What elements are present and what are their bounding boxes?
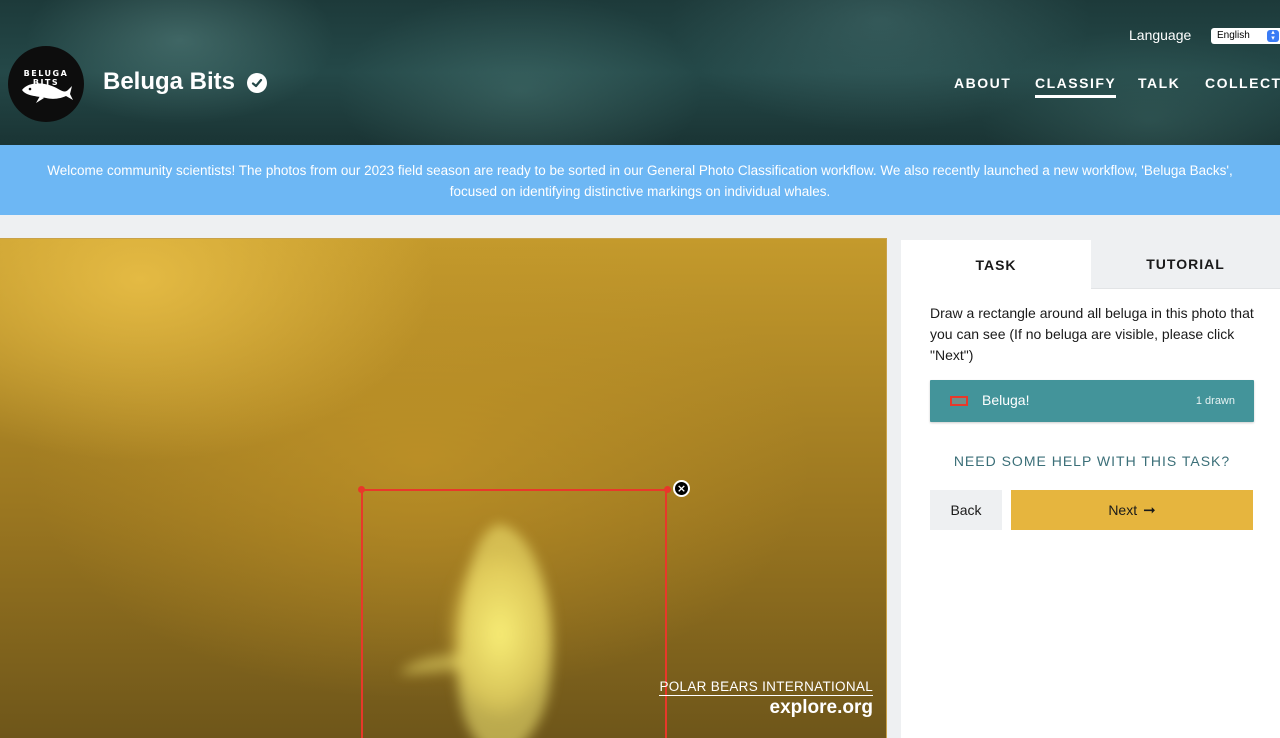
project-title[interactable]: Beluga Bits: [103, 68, 235, 96]
language-select-value: English: [1217, 30, 1250, 41]
drawn-rectangle[interactable]: [361, 489, 667, 738]
select-arrows-icon: ▴ ▾: [1267, 29, 1279, 42]
watermark-explore: explore.org: [769, 697, 873, 718]
beluga-logo-icon: [22, 83, 73, 103]
tab-task[interactable]: TASK: [901, 240, 1091, 289]
rectangle-handle-top-left[interactable]: [358, 486, 365, 493]
back-button-label: Back: [950, 502, 982, 518]
beluga-tool-button[interactable]: Beluga! 1 drawn: [930, 380, 1254, 422]
delete-mark-icon[interactable]: ×: [673, 480, 690, 497]
task-help-link[interactable]: NEED SOME HELP WITH THIS TASK?: [930, 453, 1254, 469]
nav-classify[interactable]: CLASSIFY: [1035, 75, 1117, 98]
subject-image-viewer[interactable]: × POLAR BEARS INTERNATIONAL explore.org: [0, 238, 887, 738]
next-button-label: Next: [1108, 502, 1138, 518]
watermark-pbi: POLAR BEARS INTERNATIONAL: [659, 679, 873, 696]
task-panel: TASK TUTORIAL Draw a rectangle around al…: [901, 240, 1280, 738]
nav-talk[interactable]: TALK: [1138, 75, 1180, 91]
tool-label: Beluga!: [982, 392, 1030, 408]
back-button[interactable]: Back: [930, 490, 1002, 530]
language-select[interactable]: English ▴ ▾: [1211, 28, 1280, 44]
next-button[interactable]: Next ➞: [1011, 490, 1253, 530]
verified-badge-icon: [247, 73, 267, 93]
project-logo[interactable]: BELUGA BITS: [8, 46, 84, 122]
tool-drawn-count: 1 drawn: [1195, 395, 1235, 407]
project-header: BELUGA BITS Beluga Bits Language English…: [0, 0, 1280, 145]
tab-tutorial[interactable]: TUTORIAL: [1091, 240, 1280, 289]
announcement-banner: Welcome community scientists! The photos…: [0, 145, 1280, 215]
rectangle-tool-icon: [950, 396, 968, 406]
task-instructions: Draw a rectangle around all beluga in th…: [930, 305, 1254, 363]
language-label: Language: [1129, 27, 1192, 43]
rectangle-handle-top-right[interactable]: [664, 486, 671, 493]
announcement-line2: focused on identifying distinctive marki…: [449, 184, 831, 199]
arrow-right-icon: ➞: [1143, 502, 1156, 519]
nav-collect[interactable]: COLLECT: [1205, 75, 1280, 91]
nav-about[interactable]: ABOUT: [954, 75, 1011, 91]
announcement-line1: Welcome community scientists! The photos…: [47, 163, 1233, 178]
